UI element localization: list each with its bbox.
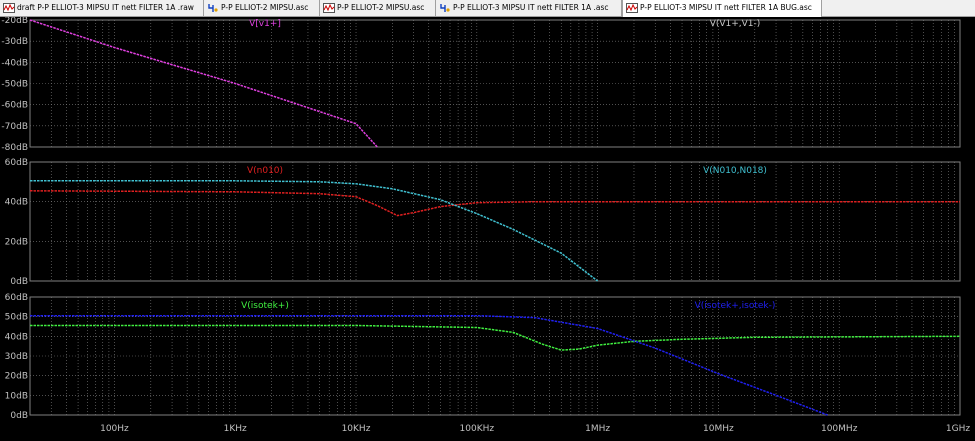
y-tick-label: 40dB: [5, 198, 28, 208]
waveform-icon: [3, 3, 15, 13]
tab-label: P-P ELLIOT-2 MIPSU.asc: [337, 3, 425, 12]
trace-0-0[interactable]: [29, 19, 378, 148]
schematic-icon: [208, 4, 218, 12]
x-tick-label: 1KHz: [224, 424, 247, 434]
waveform-plot[interactable]: -20dB -30dB -40dB -50dB -60dB -70dB -80dB V[v1+…: [0, 17, 975, 441]
trace-label[interactable]: V(N010,N018): [703, 166, 767, 176]
y-tick-label: 60dB: [5, 158, 28, 168]
tab-2[interactable]: P-P ELLIOT-2 MIPSU.asc: [204, 0, 320, 16]
y-tick-label: -70dB: [1, 122, 28, 132]
tab-1[interactable]: draft P-P ELLIOT-3 MIPSU IT nett FILTER …: [0, 0, 204, 16]
y-tick-label: 0dB: [10, 277, 28, 287]
document-tab-bar: draft P-P ELLIOT-3 MIPSU IT nett FILTER …: [0, 0, 975, 17]
tab-label: P-P ELLIOT-3 MIPSU IT nett FILTER 1A BUG…: [640, 3, 812, 12]
y-tick-label: -60dB: [1, 101, 28, 111]
y-tick-label: -80dB: [1, 143, 28, 153]
tab-label: draft P-P ELLIOT-3 MIPSU IT nett FILTER …: [17, 3, 194, 12]
waveform-icon: [626, 3, 638, 13]
waveform-icon: [323, 3, 335, 13]
y-tick-label: 10dB: [5, 391, 28, 401]
trace-label[interactable]: V(isotek+,isotek-): [695, 301, 776, 311]
trace-label[interactable]: V(V1+,V1-): [710, 19, 761, 29]
y-tick-label: -50dB: [1, 80, 28, 90]
tab-5[interactable]: P-P ELLIOT-3 MIPSU IT nett FILTER 1A BUG…: [622, 0, 822, 17]
y-tick-label: 0dB: [10, 411, 28, 421]
trace-label[interactable]: V(isotek+): [241, 301, 289, 311]
x-tick-label: 1GHz: [946, 424, 970, 434]
schematic-icon: [440, 4, 450, 12]
x-tick-label: 100Hz: [100, 424, 129, 434]
x-tick-label: 10KHz: [342, 424, 371, 434]
trace-label[interactable]: V(n010): [247, 166, 283, 176]
x-tick-label: 100MHz: [821, 424, 858, 434]
y-tick-label: 30dB: [5, 352, 28, 362]
x-tick-label: 100KHz: [460, 424, 495, 434]
y-tick-label: -20dB: [1, 17, 28, 26]
tab-3[interactable]: P-P ELLIOT-2 MIPSU.asc: [320, 0, 436, 16]
y-tick-label: 60dB: [5, 293, 28, 303]
tab-4[interactable]: P-P ELLIOT-3 MIPSU IT nett FILTER 1A .as…: [436, 0, 622, 16]
trace-1-0[interactable]: [29, 190, 960, 217]
y-tick-label: 40dB: [5, 332, 28, 342]
y-tick-label: 20dB: [5, 237, 28, 247]
x-tick-label: 1MHz: [585, 424, 610, 434]
y-tick-label: -30dB: [1, 37, 28, 47]
y-tick-label: 20dB: [5, 372, 28, 382]
y-tick-label: -40dB: [1, 58, 28, 68]
tab-label: P-P ELLIOT-2 MIPSU.asc: [221, 3, 309, 12]
tab-label: P-P ELLIOT-3 MIPSU IT nett FILTER 1A .as…: [453, 3, 609, 12]
trace-1-1[interactable]: [30, 180, 599, 282]
x-tick-label: 10MHz: [703, 424, 734, 434]
y-tick-label: 50dB: [5, 313, 28, 323]
trace-2-0[interactable]: [30, 324, 961, 351]
trace-label[interactable]: V[v1+]: [249, 19, 281, 29]
